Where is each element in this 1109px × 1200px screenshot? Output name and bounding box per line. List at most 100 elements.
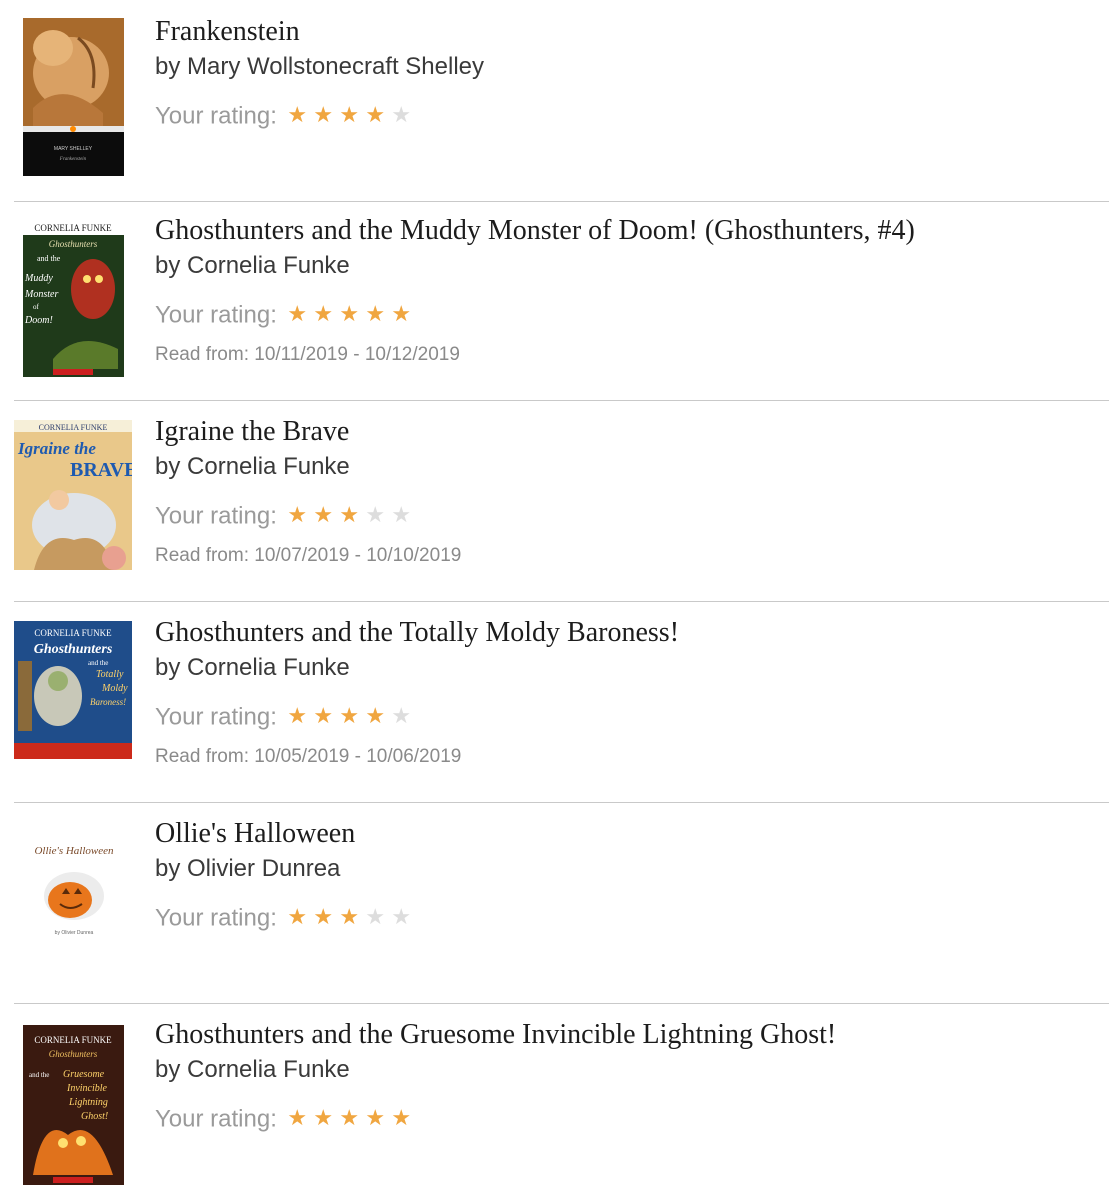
book-author: by Mary Wollstonecraft Shelley — [155, 53, 485, 80]
book-cover-ghosthunters-muddy[interactable]: CORNELIA FUNKE Ghosthunters and the Mudd… — [23, 219, 124, 377]
ghosthunters-gruesome-cover-icon: CORNELIA FUNKE Ghosthunters and the Grue… — [23, 1025, 124, 1185]
frankenstein-cover-icon: MARY SHELLEY Frankenstein — [23, 18, 124, 176]
book-info: Ghosthunters and the Gruesome Invincible… — [155, 1017, 1099, 1133]
svg-text:CORNELIA FUNKE: CORNELIA FUNKE — [39, 423, 108, 432]
star-filled-icon[interactable]: ★ — [313, 299, 339, 329]
ghosthunters-moldy-cover-icon: CORNELIA FUNKE Ghosthunters and the Tota… — [14, 621, 132, 759]
rating-label: Your rating: — [155, 904, 277, 932]
book-row[interactable]: Ollie's Halloween by Olivier Dunrea Olli… — [0, 802, 1109, 1004]
star-filled-icon[interactable]: ★ — [365, 1103, 391, 1133]
ollies-halloween-cover-icon: Ollie's Halloween by Olivier Dunrea — [22, 834, 126, 944]
star-filled-icon[interactable]: ★ — [313, 902, 339, 932]
svg-text:CORNELIA FUNKE: CORNELIA FUNKE — [34, 628, 112, 638]
svg-text:Ghosthunters: Ghosthunters — [49, 239, 98, 249]
star-filled-icon[interactable]: ★ — [287, 902, 313, 932]
star-empty-icon[interactable]: ★ — [391, 100, 417, 130]
svg-text:CORNELIA FUNKE: CORNELIA FUNKE — [34, 1035, 112, 1045]
star-rating[interactable]: ★ ★ ★ ★ ★ — [287, 701, 417, 734]
rating-label: Your rating: — [155, 703, 277, 731]
star-filled-icon[interactable]: ★ — [365, 701, 391, 731]
star-filled-icon[interactable]: ★ — [287, 100, 313, 130]
star-empty-icon[interactable]: ★ — [391, 500, 417, 530]
book-title[interactable]: Frankenstein — [155, 14, 1099, 50]
svg-text:Gruesome: Gruesome — [63, 1069, 105, 1080]
star-filled-icon[interactable]: ★ — [339, 500, 365, 530]
star-filled-icon[interactable]: ★ — [339, 1103, 365, 1133]
star-filled-icon[interactable]: ★ — [313, 100, 339, 130]
book-author: by Cornelia Funke — [155, 1056, 350, 1083]
book-info: Ghosthunters and the Totally Moldy Baron… — [155, 615, 1099, 769]
rating-line: Your rating: ★ ★ ★ ★ ★ — [155, 902, 1099, 932]
read-dates: Read from: 10/11/2019 - 10/12/2019 — [155, 344, 460, 365]
rating-label: Your rating: — [155, 1105, 277, 1133]
book-cover-ghosthunters-moldy[interactable]: CORNELIA FUNKE Ghosthunters and the Tota… — [14, 621, 132, 759]
star-filled-icon[interactable]: ★ — [339, 701, 365, 731]
book-author: by Cornelia Funke — [155, 453, 350, 480]
book-row[interactable]: CORNELIA FUNKE Ghosthunters and the Tota… — [0, 601, 1109, 803]
svg-text:Doom!: Doom! — [24, 315, 53, 326]
star-filled-icon[interactable]: ★ — [339, 902, 365, 932]
star-rating[interactable]: ★ ★ ★ ★ ★ — [287, 1103, 417, 1136]
star-rating[interactable]: ★ ★ ★ ★ ★ — [287, 500, 417, 533]
book-cover-igraine[interactable]: CORNELIA FUNKE Igraine the BRAVE — [14, 420, 132, 570]
svg-text:by Olivier Dunrea: by Olivier Dunrea — [55, 930, 94, 936]
book-info: Igraine the Brave by Cornelia Funke Your… — [155, 414, 1099, 568]
book-cover-ollies-halloween[interactable]: Ollie's Halloween by Olivier Dunrea — [22, 834, 126, 944]
star-filled-icon[interactable]: ★ — [287, 500, 313, 530]
rating-line: Your rating: ★ ★ ★ ★ ★ — [155, 500, 1099, 530]
book-list: MARY SHELLEY Frankenstein Frankenstein b… — [0, 0, 1109, 1200]
book-title[interactable]: Igraine the Brave — [155, 414, 1099, 450]
star-filled-icon[interactable]: ★ — [287, 1103, 313, 1133]
svg-text:Muddy: Muddy — [24, 273, 53, 284]
star-filled-icon[interactable]: ★ — [287, 299, 313, 329]
book-title[interactable]: Ghosthunters and the Gruesome Invincible… — [155, 1017, 1099, 1053]
svg-text:BRAVE: BRAVE — [70, 459, 132, 481]
star-filled-icon[interactable]: ★ — [339, 100, 365, 130]
rating-line: Your rating: ★ ★ ★ ★ ★ — [155, 100, 1099, 130]
rating-label: Your rating: — [155, 502, 277, 530]
star-filled-icon[interactable]: ★ — [365, 299, 391, 329]
star-empty-icon[interactable]: ★ — [365, 500, 391, 530]
svg-text:Moldy: Moldy — [101, 683, 128, 694]
svg-text:Ghosthunters: Ghosthunters — [34, 642, 113, 657]
book-title[interactable]: Ghosthunters and the Totally Moldy Baron… — [155, 615, 1099, 651]
rating-line: Your rating: ★ ★ ★ ★ ★ — [155, 299, 1099, 329]
svg-text:Ghosthunters: Ghosthunters — [49, 1049, 98, 1059]
star-filled-icon[interactable]: ★ — [313, 1103, 339, 1133]
svg-text:and the: and the — [37, 254, 61, 263]
star-filled-icon[interactable]: ★ — [287, 701, 313, 731]
svg-text:Ollie's Halloween: Ollie's Halloween — [34, 845, 114, 857]
book-row[interactable]: CORNELIA FUNKE Ghosthunters and the Mudd… — [0, 199, 1109, 401]
star-empty-icon[interactable]: ★ — [365, 902, 391, 932]
book-cover-frankenstein[interactable]: MARY SHELLEY Frankenstein — [23, 18, 124, 176]
star-filled-icon[interactable]: ★ — [365, 100, 391, 130]
star-rating[interactable]: ★ ★ ★ ★ ★ — [287, 299, 417, 332]
svg-text:Igraine the: Igraine the — [17, 439, 96, 458]
book-cover-ghosthunters-gruesome[interactable]: CORNELIA FUNKE Ghosthunters and the Grue… — [23, 1025, 124, 1185]
star-filled-icon[interactable]: ★ — [313, 701, 339, 731]
star-filled-icon[interactable]: ★ — [391, 299, 417, 329]
book-title[interactable]: Ghosthunters and the Muddy Monster of Do… — [155, 213, 1099, 249]
book-author: by Olivier Dunrea — [155, 855, 341, 882]
book-row[interactable]: CORNELIA FUNKE Igraine the BRAVE Igraine… — [0, 400, 1109, 602]
star-rating[interactable]: ★ ★ ★ ★ ★ — [287, 100, 417, 133]
book-title[interactable]: Ollie's Halloween — [155, 816, 1099, 852]
igraine-cover-icon: CORNELIA FUNKE Igraine the BRAVE — [14, 420, 132, 570]
book-info: Ollie's Halloween by Olivier Dunrea Your… — [155, 816, 1099, 932]
read-dates: Read from: 10/07/2019 - 10/10/2019 — [155, 545, 462, 566]
svg-text:Lightning: Lightning — [68, 1097, 108, 1108]
book-row[interactable]: CORNELIA FUNKE Ghosthunters and the Grue… — [0, 1003, 1109, 1200]
star-filled-icon[interactable]: ★ — [339, 299, 365, 329]
read-dates: Read from: 10/05/2019 - 10/06/2019 — [155, 746, 462, 767]
rating-line: Your rating: ★ ★ ★ ★ ★ — [155, 1103, 1099, 1133]
book-info: Frankenstein by Mary Wollstonecraft Shel… — [155, 14, 1099, 130]
star-filled-icon[interactable]: ★ — [313, 500, 339, 530]
book-row[interactable]: MARY SHELLEY Frankenstein Frankenstein b… — [0, 0, 1109, 202]
star-empty-icon[interactable]: ★ — [391, 902, 417, 932]
star-rating[interactable]: ★ ★ ★ ★ ★ — [287, 902, 417, 935]
svg-text:MARY SHELLEY: MARY SHELLEY — [54, 146, 93, 152]
svg-text:CORNELIA FUNKE: CORNELIA FUNKE — [34, 223, 112, 233]
star-filled-icon[interactable]: ★ — [391, 1103, 417, 1133]
star-empty-icon[interactable]: ★ — [391, 701, 417, 731]
svg-text:Ghost!: Ghost! — [81, 1111, 108, 1122]
